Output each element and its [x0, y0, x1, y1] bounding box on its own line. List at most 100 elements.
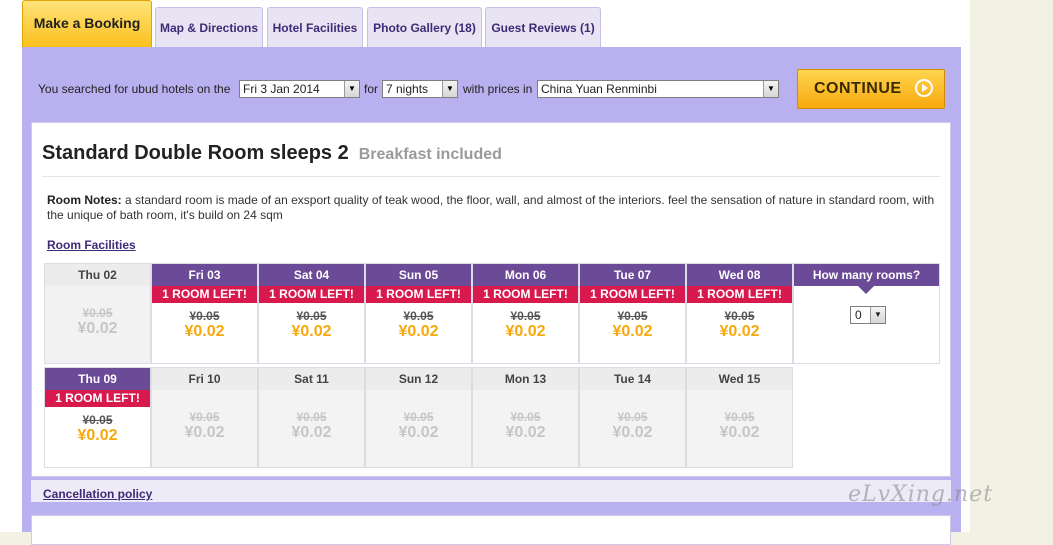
cancellation-policy-link[interactable]: Cancellation policy	[43, 487, 152, 501]
rooms-left-badge: 1 ROOM LEFT!	[45, 390, 150, 407]
rooms-count-select[interactable]: 0 ▼	[850, 306, 886, 324]
room-title-text: Standard Double Room sleeps 2	[42, 142, 349, 164]
continue-label: CONTINUE	[814, 80, 902, 97]
play-circle-icon	[915, 79, 933, 97]
calendar-day-label: Sun 12	[366, 368, 471, 390]
calendar-day-cell: Tue 14 ¥0.05 ¥0.02	[579, 367, 686, 468]
calendar-day-label: Wed 08	[687, 264, 792, 286]
room-notes-text: a standard room is made of an exsport qu…	[47, 193, 935, 222]
discount-price: ¥0.02	[184, 323, 225, 340]
rooms-left-badge: 1 ROOM LEFT!	[152, 286, 257, 303]
availability-calendar: Thu 02 ¥0.05 ¥0.02 Fri 03 1 ROOM LEFT! ¥0.05 ¥…	[44, 263, 940, 471]
calendar-day-cell: Thu 02 ¥0.05 ¥0.02	[44, 263, 151, 364]
calendar-day-cell[interactable]: Tue 07 1 ROOM LEFT! ¥0.05 ¥0.02	[579, 263, 686, 364]
room-subtitle: Breakfast included	[358, 146, 502, 163]
discount-price: ¥0.02	[612, 424, 653, 441]
calendar-day-cell: Sat 11 ¥0.05 ¥0.02	[258, 367, 365, 468]
original-price: ¥0.05	[724, 410, 755, 424]
original-price: ¥0.05	[510, 410, 541, 424]
calendar-day-cell: Wed 15 ¥0.05 ¥0.02	[686, 367, 793, 468]
original-price: ¥0.05	[82, 413, 113, 427]
calendar-day-label: Wed 15	[687, 368, 792, 390]
discount-price: ¥0.02	[398, 424, 439, 441]
checkin-date-value: Fri 3 Jan 2014	[243, 82, 320, 96]
page: Make a Booking Map & Directions Hotel Fa…	[0, 0, 970, 545]
calendar-day-cell: Fri 10 ¥0.05 ¥0.02	[151, 367, 258, 468]
discount-price: ¥0.02	[505, 424, 546, 441]
room-notes-label: Room Notes:	[47, 193, 122, 207]
rooms-count-label: How many rooms?	[812, 268, 921, 282]
discount-price: ¥0.02	[77, 320, 118, 337]
next-room-card	[31, 515, 951, 545]
room-divider	[42, 176, 940, 177]
search-for-text: for	[364, 82, 379, 96]
calendar-day-cell[interactable]: Mon 06 1 ROOM LEFT! ¥0.05 ¥0.02	[472, 263, 579, 364]
room-facilities-link[interactable]: Room Facilities	[47, 238, 136, 252]
original-price: ¥0.05	[403, 410, 434, 424]
calendar-day-cell: Sun 12 ¥0.05 ¥0.02	[365, 367, 472, 468]
cancellation-bar: Cancellation policy	[31, 480, 951, 502]
calendar-day-cell[interactable]: Fri 03 1 ROOM LEFT! ¥0.05 ¥0.02	[151, 263, 258, 364]
discount-price: ¥0.02	[291, 323, 332, 340]
discount-price: ¥0.02	[719, 323, 760, 340]
rooms-left-badge: 1 ROOM LEFT!	[687, 286, 792, 303]
original-price: ¥0.05	[296, 309, 327, 323]
tab-make-a-booking[interactable]: Make a Booking	[22, 0, 152, 56]
rooms-count-header: How many rooms?	[794, 264, 939, 294]
discount-price: ¥0.02	[505, 323, 546, 340]
currency-value: China Yuan Renminbi	[541, 82, 657, 96]
calendar-day-label: Sun 05	[366, 264, 471, 286]
rooms-count-cell: How many rooms? 0 ▼	[793, 263, 940, 364]
tab-photo-gallery[interactable]: Photo Gallery (18)	[367, 7, 482, 47]
discount-price: ¥0.02	[291, 424, 332, 441]
discount-price: ¥0.02	[184, 424, 225, 441]
currency-select[interactable]: China Yuan Renminbi ▼	[537, 80, 779, 98]
chevron-down-icon: ▼	[763, 81, 778, 97]
watermark: eLvXing.net	[848, 482, 994, 507]
calendar-day-label: Sat 04	[259, 264, 364, 286]
tab-make-a-booking-label: Make a Booking	[33, 15, 141, 31]
chevron-down-icon: ▼	[870, 307, 885, 323]
nights-select[interactable]: 7 nights ▼	[382, 80, 458, 98]
calendar-day-label: Tue 07	[580, 264, 685, 286]
discount-price: ¥0.02	[398, 323, 439, 340]
calendar-day-cell[interactable]: Sun 05 1 ROOM LEFT! ¥0.05 ¥0.02	[365, 263, 472, 364]
rooms-left-badge: 1 ROOM LEFT!	[473, 286, 578, 303]
original-price: ¥0.05	[403, 309, 434, 323]
calendar-day-label: Mon 13	[473, 368, 578, 390]
calendar-day-label: Mon 06	[473, 264, 578, 286]
tab-guest-reviews[interactable]: Guest Reviews (1)	[485, 7, 601, 47]
calendar-day-label: Thu 09	[45, 368, 150, 390]
calendar-day-label: Thu 02	[45, 264, 150, 286]
continue-button[interactable]: CONTINUE	[797, 69, 945, 109]
original-price: ¥0.05	[189, 309, 220, 323]
calendar-day-label: Sat 11	[259, 368, 364, 390]
original-price: ¥0.05	[189, 410, 220, 424]
discount-price: ¥0.02	[77, 427, 118, 444]
search-prices-text: with prices in	[463, 82, 533, 96]
discount-price: ¥0.02	[612, 323, 653, 340]
room-notes: Room Notes: a standard room is made of a…	[47, 193, 937, 223]
rooms-left-badge: 1 ROOM LEFT!	[366, 286, 471, 303]
calendar-day-cell[interactable]: Thu 09 1 ROOM LEFT! ¥0.05 ¥0.02	[44, 367, 151, 468]
chevron-down-icon: ▼	[442, 81, 457, 97]
calendar-day-cell[interactable]: Sat 04 1 ROOM LEFT! ¥0.05 ¥0.02	[258, 263, 365, 364]
nights-value: 7 nights	[386, 82, 429, 96]
booking-panel: You searched for ubud hotels on the Fri …	[22, 47, 961, 545]
original-price: ¥0.05	[724, 309, 755, 323]
calendar-day-label: Fri 10	[152, 368, 257, 390]
discount-price: ¥0.02	[719, 424, 760, 441]
original-price: ¥0.05	[617, 309, 648, 323]
tab-hotel-facilities[interactable]: Hotel Facilities	[267, 7, 363, 47]
rooms-left-badge: 1 ROOM LEFT!	[580, 286, 685, 303]
chevron-down-icon: ▼	[344, 81, 359, 97]
calendar-day-cell[interactable]: Wed 08 1 ROOM LEFT! ¥0.05 ¥0.02	[686, 263, 793, 364]
original-price: ¥0.05	[82, 306, 113, 320]
calendar-day-label: Fri 03	[152, 264, 257, 286]
tab-map-directions[interactable]: Map & Directions	[155, 7, 263, 47]
search-prefix-text: You searched for ubud hotels on the	[38, 82, 231, 96]
checkin-date-select[interactable]: Fri 3 Jan 2014 ▼	[239, 80, 360, 98]
original-price: ¥0.05	[510, 309, 541, 323]
calendar-day-cell: Mon 13 ¥0.05 ¥0.02	[472, 367, 579, 468]
calendar-day-label: Tue 14	[580, 368, 685, 390]
